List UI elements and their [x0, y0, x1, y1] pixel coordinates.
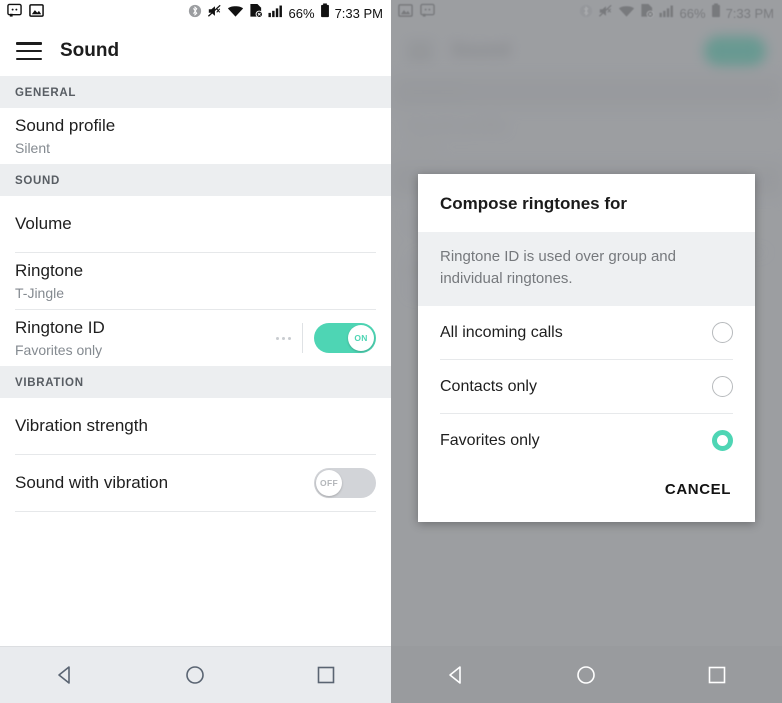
section-header-general: GENERAL — [0, 76, 391, 108]
settings-row-title: Ringtone ID — [15, 317, 105, 337]
cellular-signal-icon — [268, 4, 284, 23]
app-bar: Sound — [0, 26, 391, 76]
radio-button-contacts-only[interactable] — [712, 376, 733, 397]
status-bar-notifications — [7, 3, 44, 23]
settings-row-title: Volume — [15, 214, 72, 233]
settings-row-title: Sound with vibration — [15, 473, 169, 492]
row-accessory-group: ON — [276, 323, 376, 353]
battery-icon — [320, 3, 330, 23]
settings-row-volume[interactable]: Volume — [0, 196, 391, 252]
cancel-button[interactable]: CANCEL — [663, 477, 733, 502]
back-triangle-icon[interactable] — [30, 647, 100, 703]
dialog-option-label: Contacts only — [440, 377, 537, 395]
settings-row-ringtone-id[interactable]: Ringtone ID Favorites only ON — [0, 310, 391, 366]
settings-row-subtitle: Favorites only — [15, 341, 103, 358]
settings-row-subtitle: T-Jingle — [15, 284, 65, 301]
volume-muted-icon — [207, 4, 222, 23]
sim-card-off-icon — [249, 3, 263, 23]
dialog-subtitle: Ringtone ID is used over group and indiv… — [418, 232, 755, 306]
dialog-title: Compose ringtones for — [440, 194, 628, 213]
settings-row-sound-profile[interactable]: Sound profile Silent — [0, 108, 391, 164]
dialog-option-all-incoming-calls[interactable]: All incoming calls — [418, 306, 755, 359]
dialog-actions: CANCEL — [418, 467, 755, 522]
more-options-icon[interactable] — [276, 336, 291, 340]
dialog-option-label: All incoming calls — [440, 323, 563, 341]
radio-button-all-incoming-calls[interactable] — [712, 322, 733, 343]
list-divider — [15, 511, 376, 512]
phone-screen-settings: 66% 7:33 PM Sound GENERAL Sound profile … — [0, 0, 391, 703]
bluetooth-icon — [188, 4, 202, 23]
section-header-sound: SOUND — [0, 164, 391, 196]
image-icon — [29, 3, 44, 23]
dialog-option-contacts-only[interactable]: Contacts only — [418, 360, 755, 413]
settings-row-vibration-strength[interactable]: Vibration strength — [0, 398, 391, 454]
compose-ringtones-dialog: Compose ringtones for Ringtone ID is use… — [418, 174, 755, 522]
wifi-icon — [227, 4, 244, 23]
settings-row-title: Vibration strength — [15, 416, 148, 435]
settings-row-title: Ringtone — [15, 260, 84, 280]
settings-row-subtitle: Silent — [15, 139, 51, 156]
settings-row-ringtone[interactable]: Ringtone T-Jingle — [0, 253, 391, 309]
section-header-vibration: VIBRATION — [0, 366, 391, 398]
home-circle-icon[interactable] — [551, 646, 621, 703]
dialog-option-favorites-only[interactable]: Favorites only — [418, 414, 755, 467]
phone-screen-dialog: 66% 7:33 PM Sound GENERAL — [391, 0, 782, 703]
page-title: Sound — [60, 40, 120, 61]
toggle-knob-label: OFF — [316, 470, 342, 496]
radio-button-favorites-only[interactable] — [712, 430, 733, 451]
settings-list: GENERAL Sound profile Silent SOUND Volum… — [0, 76, 391, 646]
dual-screenshot-comparison: 66% 7:33 PM Sound GENERAL Sound profile … — [0, 0, 782, 703]
status-bar: 66% 7:33 PM — [0, 0, 391, 26]
clock-label: 7:33 PM — [334, 5, 383, 21]
toggle-knob-label: ON — [348, 325, 374, 351]
vertical-separator — [302, 323, 303, 353]
battery-percent-label: 66% — [288, 5, 315, 21]
navigation-bar — [0, 646, 391, 703]
message-icon — [7, 3, 22, 23]
ringtone-id-toggle[interactable]: ON — [314, 323, 376, 353]
recents-square-icon[interactable] — [682, 646, 752, 703]
dialog-option-label: Favorites only — [440, 431, 540, 449]
hamburger-menu-icon[interactable] — [16, 42, 42, 60]
home-circle-icon[interactable] — [160, 647, 230, 703]
navigation-bar — [391, 646, 782, 703]
sound-with-vibration-toggle[interactable]: OFF — [314, 468, 376, 498]
recents-square-icon[interactable] — [291, 647, 361, 703]
settings-row-title: Sound profile — [15, 115, 116, 135]
settings-row-sound-with-vibration[interactable]: Sound with vibration OFF — [0, 455, 391, 511]
status-bar-system-icons: 66% 7:33 PM — [188, 3, 383, 23]
back-triangle-icon[interactable] — [421, 646, 491, 703]
